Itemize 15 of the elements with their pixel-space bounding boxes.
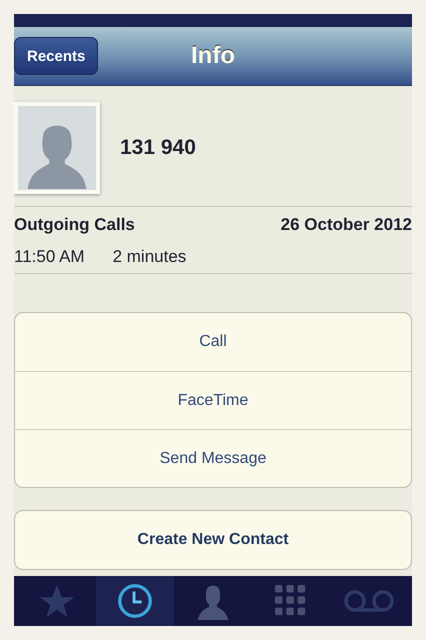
call-duration: 2 minutes <box>112 247 186 267</box>
voicemail-icon <box>343 589 395 613</box>
action-button[interactable]: Send Message <box>15 429 411 487</box>
tab[interactable] <box>96 576 174 626</box>
back-button[interactable]: Recents <box>14 37 98 75</box>
call-time: 11:50 AM <box>14 247 85 267</box>
screen-title: Info <box>191 42 235 70</box>
keypad-icon <box>274 584 308 618</box>
create-contact-button[interactable]: Create New Contact <box>15 511 411 569</box>
call-type: Outgoing Calls <box>14 215 135 235</box>
contact-name: 131 940 <box>120 136 196 160</box>
clock-icon <box>116 582 154 620</box>
action-button[interactable]: Call <box>15 313 411 371</box>
call-date: 26 October 2012 <box>280 215 412 235</box>
action-button[interactable]: FaceTime <box>15 371 411 429</box>
